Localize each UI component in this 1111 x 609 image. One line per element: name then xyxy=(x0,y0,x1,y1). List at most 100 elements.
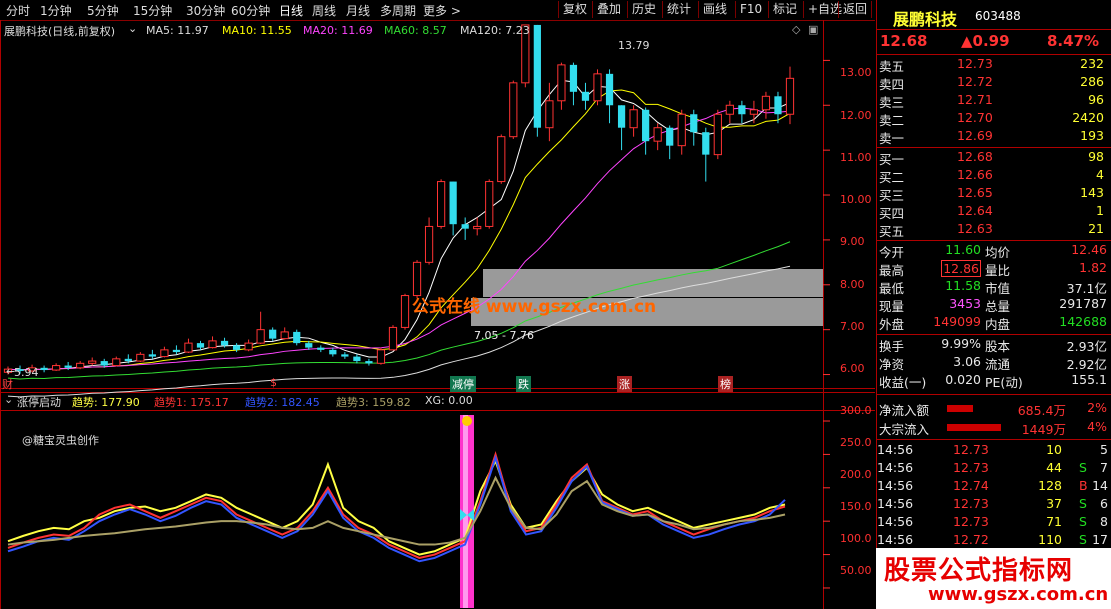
event-marker[interactable]: 跌 xyxy=(516,376,531,392)
trade-price: 12.73 xyxy=(953,514,989,529)
trade-row[interactable]: 14:56 12.74 128 B 14 xyxy=(877,478,1111,496)
period-tab-more[interactable]: 更多 > xyxy=(423,2,461,19)
bid-price: 12.63 xyxy=(957,221,993,236)
event-marker[interactable]: 涨 xyxy=(617,376,632,392)
trade-row[interactable]: 14:56 12.73 44 S 7 xyxy=(877,460,1111,478)
trade-row[interactable]: 14:56 12.73 37 S 6 xyxy=(877,496,1111,514)
xg-label: XG: 0.00 xyxy=(425,394,473,407)
period-tab-60min[interactable]: 60分钟 xyxy=(231,2,270,19)
candle-body-up xyxy=(208,340,217,349)
draw-line-button[interactable]: 画线 xyxy=(698,1,731,18)
stat-value: 291787 xyxy=(1059,296,1107,311)
flow-pct: 2% xyxy=(1087,400,1107,415)
event-marker[interactable]: $ xyxy=(270,376,277,389)
fuquan-button[interactable]: 复权 xyxy=(558,1,591,18)
stat-value: 142688 xyxy=(1059,314,1107,329)
bid-volume: 143 xyxy=(1080,185,1104,200)
ma60-label: MA60: 8.57 xyxy=(384,24,447,37)
stat-row: 外盘 149099 内盘 142688 xyxy=(877,314,1111,332)
trade-volume: 44 xyxy=(1046,460,1062,475)
back-button[interactable]: 返回 xyxy=(838,1,873,18)
period-tab-15min[interactable]: 15分钟 xyxy=(133,2,172,19)
stat-value: 12.86 xyxy=(941,260,981,277)
stat-value: 37.1亿 xyxy=(1066,281,1107,296)
price-tick: 10.00 xyxy=(840,193,872,206)
diamond-icon[interactable]: ◇ xyxy=(792,23,800,36)
ask-row[interactable]: 卖一 12.69 193 xyxy=(877,128,1111,146)
ask-label: 卖五 xyxy=(879,59,905,74)
flow-label: 大宗流入 xyxy=(879,422,930,437)
candle-body-down xyxy=(533,24,541,128)
flow-value: 685.4万 xyxy=(1017,403,1066,418)
bid-row[interactable]: 买四 12.64 1 xyxy=(877,203,1111,221)
stat-row: 最低 11.58 市值 37.1亿 xyxy=(877,278,1111,296)
period-tab-monthly[interactable]: 月线 xyxy=(346,2,370,19)
statistics-button[interactable]: 统计 xyxy=(662,1,695,18)
ask-row[interactable]: 卖四 12.72 286 xyxy=(877,74,1111,92)
trade-volume: 10 xyxy=(1046,442,1062,457)
stat-label: 今开 xyxy=(879,245,905,260)
bid-price: 12.64 xyxy=(957,203,993,218)
trade-row[interactable]: 14:56 12.73 10 5 xyxy=(877,442,1111,460)
candle-body-up xyxy=(485,181,494,227)
event-marker[interactable]: 财 xyxy=(2,376,13,392)
flow-label: 净流入额 xyxy=(879,403,930,418)
ask-volume: 232 xyxy=(1080,56,1104,71)
event-marker[interactable]: 榜 xyxy=(718,376,733,392)
stat-label: 内盘 xyxy=(985,317,1011,332)
period-tab-weekly[interactable]: 周线 xyxy=(312,2,336,19)
trend3-label: 趋势3: 159.82 xyxy=(336,396,411,409)
candle-body-down xyxy=(642,109,650,142)
history-button[interactable]: 历史 xyxy=(627,1,660,18)
candle-body-up xyxy=(76,362,85,369)
trade-time: 14:56 xyxy=(877,478,914,493)
candle-body-up xyxy=(677,113,686,147)
period-tab-daily[interactable]: 日线 xyxy=(279,2,303,19)
quote-panel: 展鹏科技 603488 12.68 ▲0.99 8.47% 卖五 12.73 2… xyxy=(876,0,1111,609)
bid-row[interactable]: 买三 12.65 143 xyxy=(877,185,1111,203)
trend-label: 趋势: 177.90 xyxy=(72,396,140,409)
stat-row: 收益(一) 0.020 PE(动) 155.1 xyxy=(877,372,1111,390)
chevron-down-icon[interactable]: ⌄ xyxy=(128,22,137,35)
stat-label: 换手 xyxy=(879,339,905,354)
trade-row[interactable]: 14:56 12.73 71 S 8 xyxy=(877,514,1111,532)
candle-body-down xyxy=(220,340,229,346)
period-tab-30min[interactable]: 30分钟 xyxy=(186,2,225,19)
period-tab-fenshi[interactable]: 分时 xyxy=(6,2,30,19)
candle-body-down xyxy=(40,367,48,371)
period-tab-5min[interactable]: 5分钟 xyxy=(87,2,119,19)
ask-row[interactable]: 卖三 12.71 96 xyxy=(877,92,1111,110)
overlay-button[interactable]: 叠加 xyxy=(592,1,625,18)
candle-body-down xyxy=(605,73,614,106)
f10-button[interactable]: F10 xyxy=(735,1,766,18)
bid-row[interactable]: 买一 12.68 98 xyxy=(877,149,1111,167)
trade-price: 12.72 xyxy=(953,532,989,547)
candle-body-down xyxy=(341,354,349,357)
bid-volume: 1 xyxy=(1096,203,1104,218)
candle-body-down xyxy=(64,365,72,368)
bid-row[interactable]: 买二 12.66 4 xyxy=(877,167,1111,185)
range-label: 7.05 - 7.76 xyxy=(474,329,534,342)
stat-label: 总量 xyxy=(985,299,1011,314)
window-toggle-icon[interactable]: ▣ xyxy=(808,23,818,36)
money-bag-icon xyxy=(462,416,472,426)
candle-body-up xyxy=(749,109,759,115)
candle-body-up xyxy=(136,353,145,362)
period-toolbar: 分时 1分钟 5分钟 15分钟 30分钟 60分钟 日线 周线 月线 多周期 更… xyxy=(0,0,875,21)
candle-body-up xyxy=(376,349,386,364)
mark-button[interactable]: 标记 xyxy=(768,1,801,18)
ma120-label: MA120: 7.23 xyxy=(460,24,530,37)
indicator-tick: 200.0 xyxy=(840,468,872,481)
ask-volume: 2420 xyxy=(1072,110,1104,125)
bid-row[interactable]: 买五 12.63 21 xyxy=(877,221,1111,239)
ask-volume: 193 xyxy=(1080,128,1104,143)
candle-body-up xyxy=(160,349,169,358)
ask-row[interactable]: 卖二 12.70 2420 xyxy=(877,110,1111,128)
period-tab-multi[interactable]: 多周期 xyxy=(380,2,416,19)
chevron-down-icon[interactable]: ⌄ xyxy=(4,393,13,406)
stat-label: 最高 xyxy=(879,263,905,278)
ask-row[interactable]: 卖五 12.73 232 xyxy=(877,56,1111,74)
candle-body-up xyxy=(653,127,662,142)
period-tab-1min[interactable]: 1分钟 xyxy=(40,2,72,19)
event-marker[interactable]: 减停 xyxy=(450,376,476,392)
